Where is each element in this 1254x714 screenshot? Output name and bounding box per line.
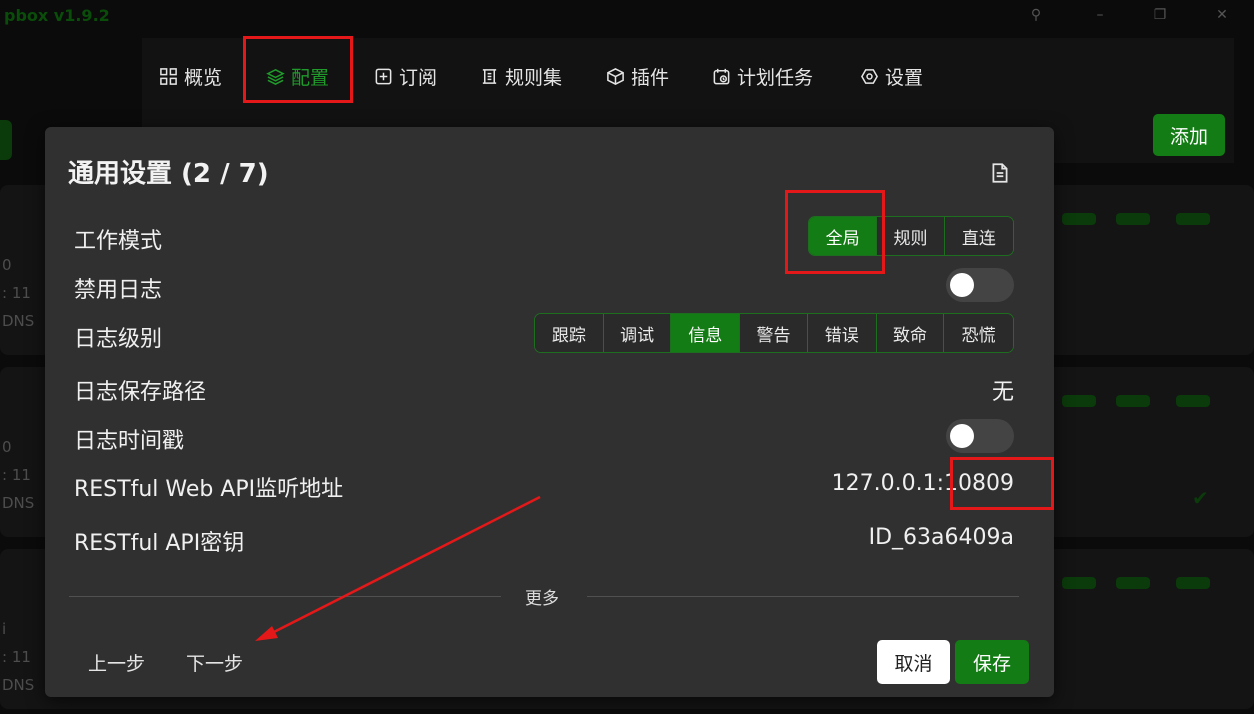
annotation-arrow — [255, 495, 541, 641]
